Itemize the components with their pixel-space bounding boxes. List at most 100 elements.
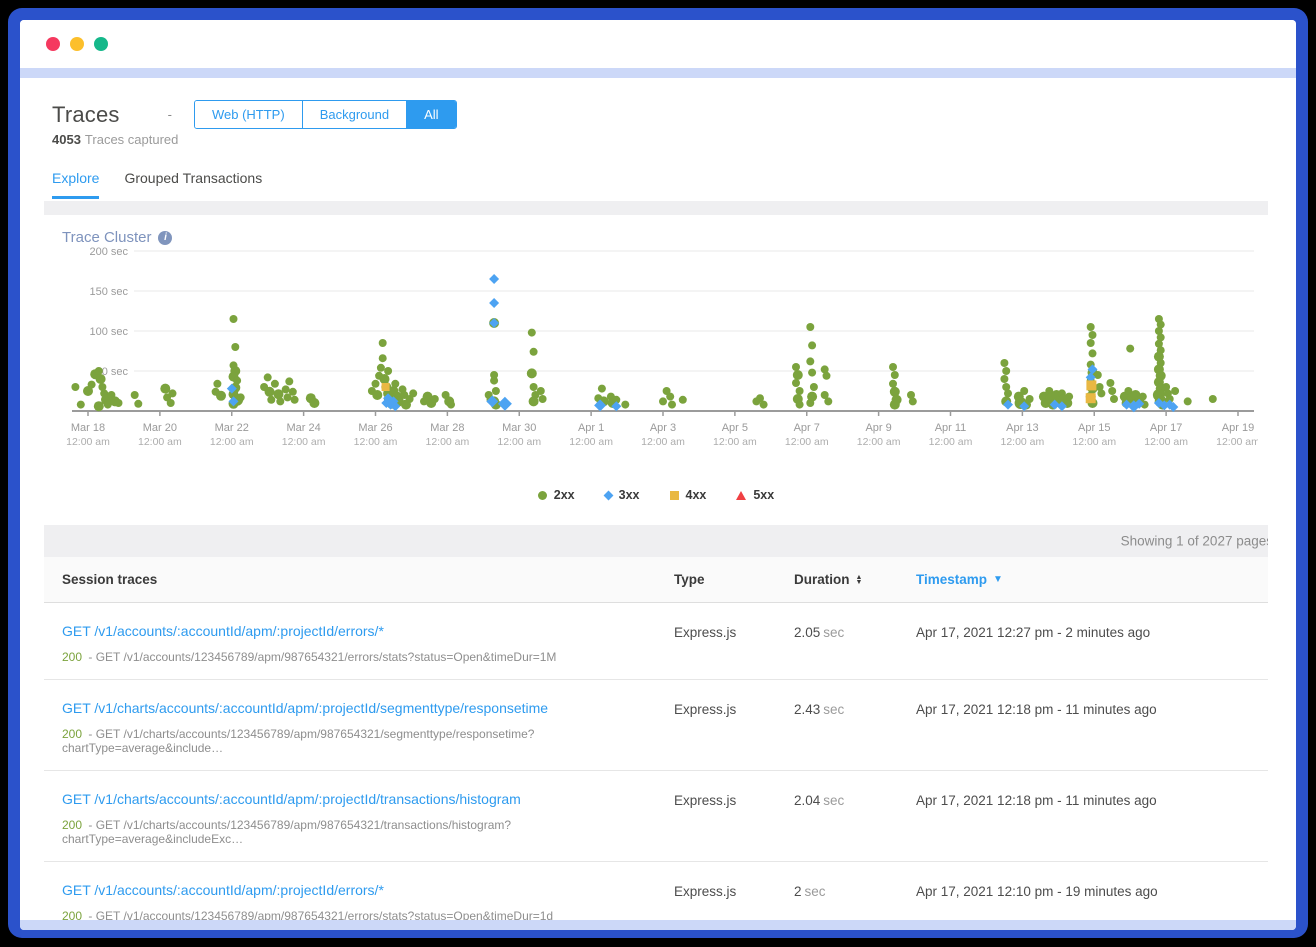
svg-text:200 sec: 200 sec <box>89 247 128 258</box>
svg-text:Mar 28: Mar 28 <box>430 422 464 434</box>
duration-cell: 2.43sec <box>794 700 916 717</box>
svg-text:12:00 am: 12:00 am <box>282 436 326 448</box>
svg-text:Mar 22: Mar 22 <box>215 422 249 434</box>
svg-text:12:00 am: 12:00 am <box>497 436 541 448</box>
svg-text:12:00 am: 12:00 am <box>641 436 685 448</box>
column-label: Session traces <box>62 572 157 587</box>
series-2xx-points[interactable] <box>71 315 1216 411</box>
svg-text:12:00 am: 12:00 am <box>1216 436 1258 448</box>
svg-text:Mar 20: Mar 20 <box>143 422 177 434</box>
table-row[interactable]: GET /v1/charts/accounts/:accountId/apm/:… <box>44 771 1268 862</box>
chart-title: Trace Cluster <box>62 229 151 246</box>
duration-cell: 2sec <box>794 882 916 899</box>
type-cell: Express.js <box>674 700 794 717</box>
filter-button-web-http[interactable]: Web (HTTP) <box>195 101 303 128</box>
window-frame: Traces - Web (HTTP)BackgroundAll 4053Tra… <box>8 8 1308 938</box>
duration-unit: sec <box>805 884 826 899</box>
trace-detail: 200 - GET /v1/charts/accounts/123456789/… <box>62 818 674 846</box>
info-icon[interactable]: i <box>158 231 172 245</box>
top-divider-strip <box>20 68 1296 78</box>
scatter-plot: 200 sec150 sec100 sec50 secMar 1812:00 a… <box>54 247 1258 475</box>
trace-link[interactable]: GET /v1/accounts/:accountId/apm/:project… <box>62 623 384 639</box>
maximize-traffic-light-icon[interactable] <box>94 37 108 51</box>
trace-link[interactable]: GET /v1/charts/accounts/:accountId/apm/:… <box>62 700 548 716</box>
table-header: Session traces TypeDuration▲▼Timestamp▼ <box>44 557 1268 603</box>
svg-text:Apr 19: Apr 19 <box>1222 422 1254 434</box>
legend-item-3xx[interactable]: 3xx <box>605 488 640 502</box>
trace-link[interactable]: GET /v1/charts/accounts/:accountId/apm/:… <box>62 791 521 807</box>
table-body: GET /v1/accounts/:accountId/apm/:project… <box>44 603 1268 920</box>
svg-text:Apr 17: Apr 17 <box>1150 422 1182 434</box>
pagination-row: Showing 1 of 2027 pages <box>44 525 1268 557</box>
legend-item-5xx[interactable]: 5xx <box>736 488 774 502</box>
duration-cell: 2.05sec <box>794 623 916 640</box>
column-header-duration[interactable]: Duration▲▼ <box>794 572 916 587</box>
svg-text:12:00 am: 12:00 am <box>425 436 469 448</box>
legend-item-4xx[interactable]: 4xx <box>670 488 707 502</box>
square-marker-icon <box>670 491 679 500</box>
type-cell: Express.js <box>674 791 794 808</box>
svg-text:Apr 11: Apr 11 <box>935 422 967 434</box>
filter-group: Web (HTTP)BackgroundAll <box>194 100 457 129</box>
trace-cluster-chart: 200 sec150 sec100 sec50 secMar 1812:00 a… <box>54 247 1258 480</box>
duration-unit: sec <box>823 793 844 808</box>
close-traffic-light-icon[interactable] <box>46 37 60 51</box>
trace-detail: 200 - GET /v1/charts/accounts/123456789/… <box>62 727 674 755</box>
trace-detail: 200 - GET /v1/accounts/123456789/apm/987… <box>62 650 674 664</box>
svg-text:12:00 am: 12:00 am <box>713 436 757 448</box>
svg-text:Mar 18: Mar 18 <box>71 422 105 434</box>
svg-text:Apr 9: Apr 9 <box>865 422 891 434</box>
table-row[interactable]: GET /v1/accounts/:accountId/apm/:project… <box>44 862 1268 920</box>
table-row[interactable]: GET /v1/accounts/:accountId/apm/:project… <box>44 603 1268 680</box>
svg-text:Apr 7: Apr 7 <box>794 422 820 434</box>
svg-text:Apr 15: Apr 15 <box>1078 422 1110 434</box>
traces-count: 4053 <box>52 132 81 147</box>
tab-grouped-transactions[interactable]: Grouped Transactions <box>124 170 262 199</box>
svg-text:Apr 1: Apr 1 <box>578 422 604 434</box>
trace-link[interactable]: GET /v1/accounts/:accountId/apm/:project… <box>62 882 384 898</box>
table-row[interactable]: GET /v1/charts/accounts/:accountId/apm/:… <box>44 680 1268 771</box>
tab-explore[interactable]: Explore <box>52 170 99 199</box>
svg-text:Apr 13: Apr 13 <box>1006 422 1038 434</box>
svg-text:12:00 am: 12:00 am <box>1144 436 1188 448</box>
trace-cluster-card: Trace Cluster i 200 sec150 sec100 sec50 … <box>44 215 1268 525</box>
legend-label: 5xx <box>753 488 774 502</box>
filter-button-all[interactable]: All <box>407 101 455 128</box>
column-header-type: Type <box>674 572 794 587</box>
svg-text:12:00 am: 12:00 am <box>66 436 110 448</box>
main-content: Traces - Web (HTTP)BackgroundAll 4053Tra… <box>20 78 1296 920</box>
status-code-badge: 200 <box>62 909 82 920</box>
legend-label: 3xx <box>619 488 640 502</box>
pagination-text: Showing 1 of 2027 pages <box>1121 534 1268 549</box>
svg-text:12:00 am: 12:00 am <box>210 436 254 448</box>
column-header-timestamp[interactable]: Timestamp▼ <box>916 572 1268 587</box>
legend-item-2xx[interactable]: 2xx <box>538 488 575 502</box>
trace-cell: GET /v1/charts/accounts/:accountId/apm/:… <box>62 791 674 846</box>
app-window: Traces - Web (HTTP)BackgroundAll 4053Tra… <box>20 20 1296 930</box>
duration-value: 2.43 <box>794 702 820 717</box>
trace-cell: GET /v1/accounts/:accountId/apm/:project… <box>62 882 674 920</box>
svg-text:Mar 26: Mar 26 <box>358 422 392 434</box>
column-header-session-traces: Session traces <box>62 572 674 587</box>
legend-label: 4xx <box>686 488 707 502</box>
title-separator: - <box>168 107 172 122</box>
traces-caption: Traces captured <box>85 132 178 147</box>
minimize-traffic-light-icon[interactable] <box>70 37 84 51</box>
svg-text:12:00 am: 12:00 am <box>1000 436 1044 448</box>
circle-marker-icon <box>538 491 547 500</box>
type-cell: Express.js <box>674 623 794 640</box>
triangle-marker-icon <box>736 491 746 500</box>
bottom-divider-strip <box>20 920 1296 930</box>
gray-backdrop: Trace Cluster i 200 sec150 sec100 sec50 … <box>44 201 1268 920</box>
column-label: Duration <box>794 572 850 587</box>
type-cell: Express.js <box>674 882 794 899</box>
filter-button-background[interactable]: Background <box>303 101 407 128</box>
timestamp-cell: Apr 17, 2021 12:10 pm - 19 minutes ago <box>916 882 1268 899</box>
chart-legend: 2xx 3xx 4xx 5xx <box>54 488 1258 502</box>
svg-text:12:00 am: 12:00 am <box>1072 436 1116 448</box>
status-code-badge: 200 <box>62 650 82 664</box>
status-code-badge: 200 <box>62 818 82 832</box>
titlebar[interactable] <box>20 20 1296 68</box>
diamond-marker-icon <box>603 490 613 500</box>
svg-text:Mar 24: Mar 24 <box>287 422 321 434</box>
